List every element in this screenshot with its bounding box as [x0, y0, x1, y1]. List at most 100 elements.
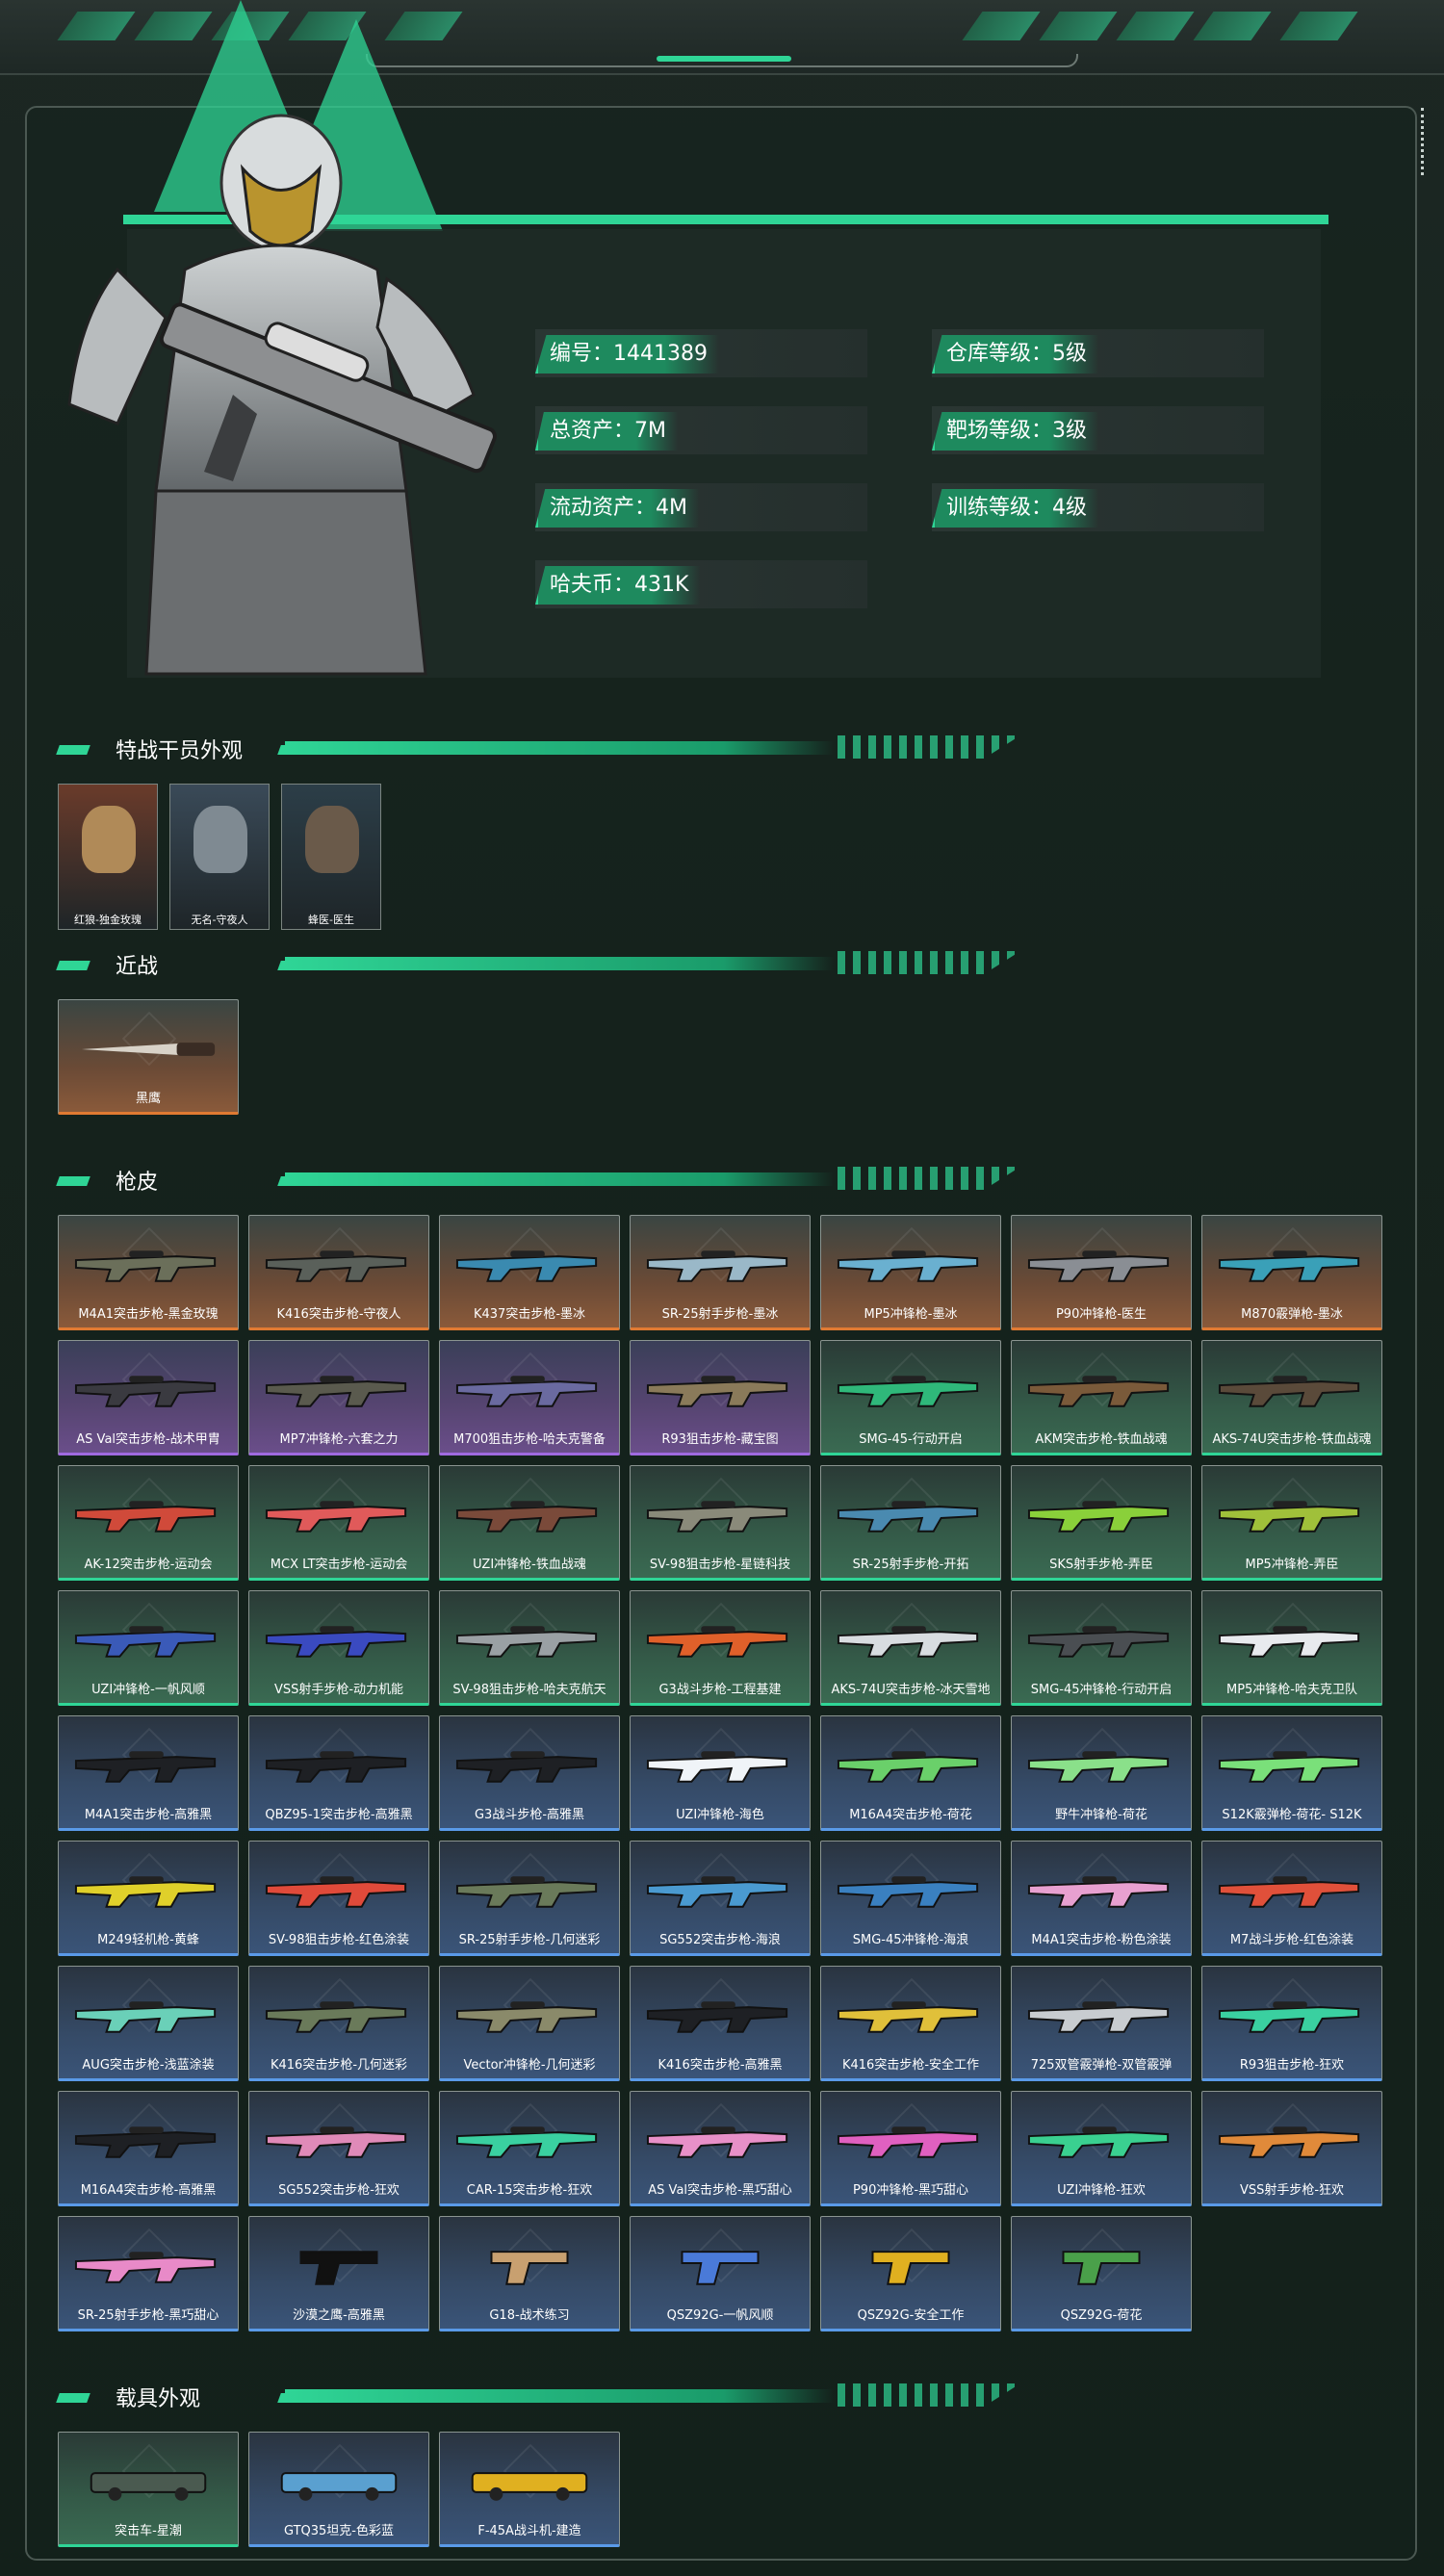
gun-skin-card[interactable]: G18-战术练习: [439, 2216, 620, 2331]
vehicle-skin-card[interactable]: F-45A战斗机-建造: [439, 2432, 620, 2547]
gun-skin-card[interactable]: R93狙击步枪-狂欢: [1201, 1966, 1382, 2081]
gun-skin-card[interactable]: 沙漠之鹰-高雅黑: [248, 2216, 429, 2331]
gun-skin-card[interactable]: K437突击步枪-墨冰: [439, 1215, 620, 1330]
gun-skin-card[interactable]: SMG-45-行动开启: [820, 1340, 1001, 1455]
gun-skin-name: 野牛冲锋枪-荷花: [1055, 1808, 1147, 1822]
gun-skin-card[interactable]: Vector冲锋枪-几何迷彩: [439, 1966, 620, 2081]
gun-skin-card[interactable]: VSS射手步枪-动力机能: [248, 1590, 429, 1706]
gun-skin-name: M249轻机枪-黄蜂: [97, 1933, 199, 1947]
operator-skin-card[interactable]: 红狼-独金玫瑰: [58, 784, 158, 930]
gun-skin-icon: [453, 2244, 606, 2288]
gun-skin-card[interactable]: P90冲锋枪-医生: [1011, 1215, 1192, 1330]
melee-skin-name: 黑鹰: [135, 1092, 161, 1106]
gun-skin-name: SR-25射手步枪-黑巧甜心: [77, 2308, 219, 2323]
section-title: 载具外观: [116, 2387, 201, 2411]
gun-skin-card[interactable]: K416突击步枪-守夜人: [248, 1215, 429, 1330]
gun-skin-card[interactable]: M4A1突击步枪-黑金玫瑰: [58, 1215, 239, 1330]
gun-skin-icon: [453, 1618, 606, 1662]
gun-skin-card[interactable]: SG552突击步枪-海浪: [630, 1841, 811, 1956]
stat-row: 靶场等级：3级: [932, 406, 1264, 454]
gun-skin-name: 725双管霰弹枪-双管霰弹: [1030, 2058, 1173, 2073]
gun-skin-card[interactable]: AS Val突击步枪-黑巧甜心: [630, 2091, 811, 2206]
gun-skin-card[interactable]: SMG-45冲锋枪-海浪: [820, 1841, 1001, 1956]
gun-skin-card[interactable]: SV-98狙击步枪-哈夫克航天: [439, 1590, 620, 1706]
gun-skin-card[interactable]: QSZ92G-一帆风顺: [630, 2216, 811, 2331]
gun-skin-name: AKS-74U突击步枪-铁血战魂: [1212, 1432, 1372, 1447]
stat-value: 3级: [1052, 419, 1088, 443]
vehicle-skin-name: F-45A战斗机-建造: [477, 2524, 581, 2538]
gun-skin-icon: [1216, 1493, 1368, 1537]
gun-skin-card[interactable]: K416突击步枪-几何迷彩: [248, 1966, 429, 2081]
gun-skin-card[interactable]: 725双管霰弹枪-双管霰弹: [1011, 1966, 1192, 2081]
gun-skin-card[interactable]: AK-12突击步枪-运动会: [58, 1465, 239, 1581]
gun-skin-card[interactable]: SV-98狙击步枪-红色涂装: [248, 1841, 429, 1956]
gun-skin-name: P90冲锋枪-黑巧甜心: [852, 2183, 969, 2198]
stat-label: 靶场等级：3级: [932, 412, 1099, 451]
gun-skin-icon: [263, 2119, 415, 2163]
gun-skin-card[interactable]: M7战斗步枪-红色涂装: [1201, 1841, 1382, 1956]
gun-skin-card[interactable]: K416突击步枪-高雅黑: [630, 1966, 811, 2081]
gun-skin-card[interactable]: G3战斗步枪-高雅黑: [439, 1715, 620, 1831]
vehicle-skin-card[interactable]: GTQ35坦克-色彩蓝: [248, 2432, 429, 2547]
gun-skin-card[interactable]: M4A1突击步枪-高雅黑: [58, 1715, 239, 1831]
gun-skin-card[interactable]: CAR-15突击步枪-狂欢: [439, 2091, 620, 2206]
gun-skin-card[interactable]: SMG-45冲锋枪-行动开启: [1011, 1590, 1192, 1706]
stat-label: 编号：1441389: [535, 335, 719, 374]
gun-skin-card[interactable]: SG552突击步枪-狂欢: [248, 2091, 429, 2206]
gun-skin-card[interactable]: R93狙击步枪-藏宝图: [630, 1340, 811, 1455]
gun-skin-card[interactable]: UZI冲锋枪-一帆风顺: [58, 1590, 239, 1706]
gun-skin-card[interactable]: P90冲锋枪-黑巧甜心: [820, 2091, 1001, 2206]
gun-skin-card[interactable]: M870霰弹枪-墨冰: [1201, 1215, 1382, 1330]
operator-skin-card[interactable]: 蜂医-医生: [281, 784, 381, 930]
gun-skin-icon: [835, 1368, 987, 1412]
gun-skin-card[interactable]: QBZ95-1突击步枪-高雅黑: [248, 1715, 429, 1831]
gun-skin-icon: [644, 1868, 796, 1913]
gun-skin-card[interactable]: MP7冲锋枪-六套之力: [248, 1340, 429, 1455]
gun-skin-card[interactable]: AKM突击步枪-铁血战魂: [1011, 1340, 1192, 1455]
gun-skin-card[interactable]: QSZ92G-荷花: [1011, 2216, 1192, 2331]
gun-skin-card[interactable]: QSZ92G-安全工作: [820, 2216, 1001, 2331]
gun-skin-card[interactable]: MP5冲锋枪-墨冰: [820, 1215, 1001, 1330]
gun-skin-card[interactable]: SR-25射手步枪-墨冰: [630, 1215, 811, 1330]
gun-skin-card[interactable]: UZI冲锋枪-铁血战魂: [439, 1465, 620, 1581]
scrollbar-handle[interactable]: [1421, 108, 1427, 175]
melee-skin-card[interactable]: 黑鹰: [58, 999, 239, 1115]
gun-skin-icon: [644, 1243, 796, 1287]
gun-skin-card[interactable]: VSS射手步枪-狂欢: [1201, 2091, 1382, 2206]
gun-skin-card[interactable]: AUG突击步枪-浅蓝涂装: [58, 1966, 239, 2081]
gun-skin-card[interactable]: G3战斗步枪-工程基建: [630, 1590, 811, 1706]
gun-skin-card[interactable]: SKS射手步枪-弄臣: [1011, 1465, 1192, 1581]
gun-skin-card[interactable]: MP5冲锋枪-弄臣: [1201, 1465, 1382, 1581]
gun-skin-card[interactable]: M16A4突击步枪-荷花: [820, 1715, 1001, 1831]
gun-skin-card[interactable]: K416突击步枪-安全工作: [820, 1966, 1001, 2081]
gun-skin-card[interactable]: SV-98狙击步枪-星链科技: [630, 1465, 811, 1581]
gun-skin-card[interactable]: AS Val突击步枪-战术甲胄: [58, 1340, 239, 1455]
gun-skin-card[interactable]: SR-25射手步枪-开拓: [820, 1465, 1001, 1581]
gun-skin-card[interactable]: SR-25射手步枪-黑巧甜心: [58, 2216, 239, 2331]
header-stripe: [962, 12, 1041, 40]
gun-skin-name: MP7冲锋枪-六套之力: [279, 1432, 399, 1447]
gun-skin-icon: [72, 1493, 224, 1537]
gun-skin-icon: [72, 2119, 224, 2163]
gun-skin-card[interactable]: M16A4突击步枪-高雅黑: [58, 2091, 239, 2206]
gun-skin-card[interactable]: UZI冲锋枪-海色: [630, 1715, 811, 1831]
operator-skin-card[interactable]: 无名-守夜人: [169, 784, 270, 930]
gun-skin-icon: [72, 1243, 224, 1287]
gun-skin-card[interactable]: 野牛冲锋枪-荷花: [1011, 1715, 1192, 1831]
gun-skin-card[interactable]: MCX LT突击步枪-运动会: [248, 1465, 429, 1581]
gun-skin-card[interactable]: AKS-74U突击步枪-冰天雪地: [820, 1590, 1001, 1706]
gun-skin-card[interactable]: M4A1突击步枪-粉色涂装: [1011, 1841, 1192, 1956]
gun-skin-card[interactable]: AKS-74U突击步枪-铁血战魂: [1201, 1340, 1382, 1455]
stat-row: 流动资产：4M: [535, 483, 867, 531]
gun-skin-card[interactable]: MP5冲锋枪-哈夫克卫队: [1201, 1590, 1382, 1706]
vehicle-skin-card[interactable]: 突击车-星潮: [58, 2432, 239, 2547]
gun-skin-card[interactable]: S12K霰弹枪-荷花- S12K: [1201, 1715, 1382, 1831]
gun-skin-icon: [263, 1243, 415, 1287]
stat-key: 总资产：: [550, 419, 635, 443]
gun-skin-name: M16A4突击步枪-荷花: [849, 1808, 972, 1822]
gun-skin-card[interactable]: SR-25射手步枪-几何迷彩: [439, 1841, 620, 1956]
gun-skin-card[interactable]: M249轻机枪-黄蜂: [58, 1841, 239, 1956]
gun-skin-card[interactable]: M700狙击步枪-哈夫克警备: [439, 1340, 620, 1455]
gun-skin-icon: [263, 1743, 415, 1788]
gun-skin-card[interactable]: UZI冲锋枪-狂欢: [1011, 2091, 1192, 2206]
